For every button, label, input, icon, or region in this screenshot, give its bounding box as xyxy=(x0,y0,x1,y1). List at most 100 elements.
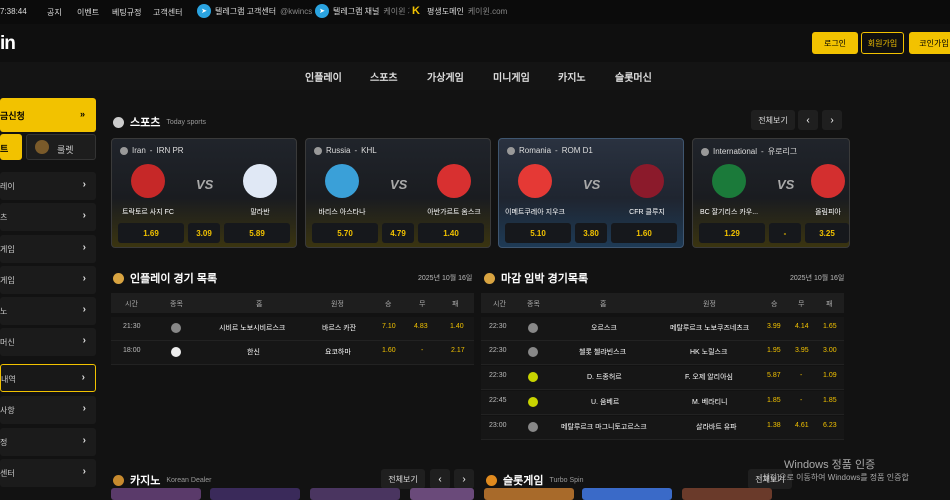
telegram-icon: ➤ xyxy=(197,4,211,18)
odds-draw[interactable]: - xyxy=(800,397,802,404)
match-card[interactable]: Russia - KHL 바리스 아스타나 VS 아반가르트 옴스크 5.70 4.… xyxy=(305,138,491,248)
odds-win[interactable]: 1.60 xyxy=(382,347,396,354)
odds-draw[interactable]: - xyxy=(421,347,423,354)
slot-game-thumb[interactable] xyxy=(682,488,772,500)
telegram-cs-link[interactable]: ➤ 텔레그램 고객센터 @kwincs xyxy=(197,4,312,18)
odds-draw[interactable]: 4.14 xyxy=(795,323,809,330)
login-button[interactable]: 로그인 xyxy=(812,32,858,54)
next-arrow-icon[interactable]: › xyxy=(454,469,474,489)
odds-home-button[interactable]: 5.70 xyxy=(312,223,378,243)
site-logo[interactable]: in xyxy=(0,33,16,55)
casino-game-thumb[interactable] xyxy=(210,488,300,500)
slot-section-header: 슬롯게임 Turbo Spin xyxy=(486,472,583,488)
odds-lose[interactable]: 6.23 xyxy=(823,422,837,429)
odds-lose[interactable]: 2.17 xyxy=(451,347,465,354)
telegram-channel-link[interactable]: ➤ 텔레그램 채널 케이윈 채널 xyxy=(315,4,422,18)
nav-virtual[interactable]: 가상게임 xyxy=(427,69,464,84)
odds-home-button[interactable]: 1.69 xyxy=(118,223,184,243)
casino-game-thumb[interactable] xyxy=(111,488,201,500)
next-arrow-icon[interactable]: › xyxy=(822,110,842,130)
prev-arrow-icon[interactable]: ‹ xyxy=(798,110,818,130)
team-emblem-icon xyxy=(630,164,664,198)
odds-draw-button[interactable]: 4.79 xyxy=(382,223,414,243)
tab-roulette[interactable]: 룰렛 xyxy=(26,134,96,160)
tab-attendance[interactable]: 트 xyxy=(0,134,22,160)
sidebar-item-sports[interactable]: 츠 › xyxy=(0,203,96,231)
nav-sports[interactable]: 스포츠 xyxy=(370,69,398,84)
odds-lose[interactable]: 1.85 xyxy=(823,397,837,404)
soccer-ball-icon xyxy=(113,116,124,128)
separator: - xyxy=(354,146,358,155)
odds-draw-button[interactable]: - xyxy=(769,223,801,243)
coin-signup-button[interactable]: 코인가입 xyxy=(909,32,950,54)
prev-arrow-icon[interactable]: ‹ xyxy=(430,469,450,489)
odds-draw[interactable]: 3.95 xyxy=(795,347,809,354)
away-team: 아반가르트 옴스크 xyxy=(418,164,490,217)
separator: - xyxy=(761,147,764,156)
sidebar-item-casino[interactable]: 노 › xyxy=(0,297,96,325)
sidebar-item-history[interactable]: 내역 › xyxy=(0,364,96,392)
notice-link[interactable]: 공지 xyxy=(47,7,62,18)
odds-lose[interactable]: 3.00 xyxy=(823,347,837,354)
odds-home-button[interactable]: 5.10 xyxy=(505,223,571,243)
odds-win[interactable]: 3.99 xyxy=(767,323,781,330)
table-row[interactable]: 22:30 첼롯 첼랴빈스크 HK 노릴스크 1.95 3.95 3.00 xyxy=(481,341,844,365)
odds-away-button[interactable]: 1.40 xyxy=(418,223,484,243)
odds-win[interactable]: 7.10 xyxy=(382,323,396,330)
nav-minigame[interactable]: 미니게임 xyxy=(493,69,530,84)
home-team: 한신 xyxy=(247,349,260,356)
event-link[interactable]: 이벤트 xyxy=(77,7,99,18)
odds-win[interactable]: 1.38 xyxy=(767,422,781,429)
sidebar-item-inplay[interactable]: 레이 › xyxy=(0,172,96,200)
table-row[interactable]: 22:30 오르스크 메탈루르크 노보쿠즈네츠크 3.99 4.14 1.65 xyxy=(481,317,844,341)
odds-lose[interactable]: 1.65 xyxy=(823,323,837,330)
match-card[interactable]: Romania - ROM D1 이메트쿠레아 지우크 VS CFR 클루지 5.1… xyxy=(498,138,684,248)
casino-game-thumb[interactable] xyxy=(310,488,400,500)
odds-home-button[interactable]: 1.29 xyxy=(699,223,765,243)
sidebar-item-minigame[interactable]: 게임 › xyxy=(0,266,96,294)
match-card[interactable]: Iran - IRN PR 트락토르 사지 FC VS 말라반 1.69 3.09 … xyxy=(111,138,297,248)
slot-game-thumb[interactable] xyxy=(582,488,672,500)
odds-away-button[interactable]: 1.60 xyxy=(611,223,677,243)
odds-lose[interactable]: 1.40 xyxy=(450,323,464,330)
table-row[interactable]: 18:00 한신 요코하마 1.60 - 2.17 xyxy=(111,341,474,365)
nav-casino[interactable]: 카지노 xyxy=(558,69,586,84)
odds-draw-button[interactable]: 3.80 xyxy=(575,223,607,243)
domain-link[interactable]: K 평생도메인 케이윈.com xyxy=(409,4,507,18)
sidebar-item-support[interactable]: 센터 › xyxy=(0,459,96,487)
table-row[interactable]: 22:45 U. 움베르 M. 베라티니 1.85 - 1.85 xyxy=(481,391,844,415)
odds-draw[interactable]: 4.61 xyxy=(795,422,809,429)
telegram-cs-handle: @kwincs xyxy=(280,6,313,16)
nav-inplay[interactable]: 인플레이 xyxy=(305,69,342,84)
sidebar-item-slot[interactable]: 머신 › xyxy=(0,328,96,356)
betting-rules-link[interactable]: 베팅규정 xyxy=(112,7,141,18)
slot-game-thumb[interactable] xyxy=(484,488,574,500)
table-row[interactable]: 23:00 메탈루르크 마그니토고르스크 살라바트 유파 1.38 4.61 6… xyxy=(481,416,844,440)
odds-win[interactable]: 5.87 xyxy=(767,372,781,379)
nav-slot[interactable]: 슬롯머신 xyxy=(615,69,652,84)
odds-lose[interactable]: 1.09 xyxy=(823,372,837,379)
odds-away-button[interactable]: 5.89 xyxy=(224,223,290,243)
odds-win[interactable]: 1.95 xyxy=(767,347,781,354)
sports-view-all-button[interactable]: 전체보기 xyxy=(751,110,795,130)
table-row[interactable]: 21:30 시비르 노보시비르스크 바르스 카잔 7.10 4.83 1.40 xyxy=(111,317,474,341)
team-name: CFR 클루지 xyxy=(629,209,665,216)
odds-away-button[interactable]: 3.25 xyxy=(805,223,849,243)
sidebar-item-virtual[interactable]: 게임 › xyxy=(0,235,96,263)
match-card[interactable]: International - 유로리그 BC 잘기리스 카우... VS 올림피아… xyxy=(692,138,850,248)
table-row[interactable]: 22:30 D. 드종허르 F. 오제 알리아심 5.87 - 1.09 xyxy=(481,366,844,390)
odds-draw-button[interactable]: 3.09 xyxy=(188,223,220,243)
deposit-request-button[interactable]: 금신청 » xyxy=(0,98,96,132)
odds-win[interactable]: 1.85 xyxy=(767,397,781,404)
chevron-right-icon: › xyxy=(82,435,86,446)
odds-draw[interactable]: 4.83 xyxy=(414,323,428,330)
sidebar-item-notice[interactable]: 사항 › xyxy=(0,396,96,424)
sidebar-item-rules[interactable]: 정 › xyxy=(0,428,96,456)
casino-view-all-button[interactable]: 전체보기 xyxy=(381,469,425,489)
sidebar-item-label: 정 xyxy=(0,438,8,447)
casino-game-thumb[interactable] xyxy=(410,488,474,500)
signup-button[interactable]: 회원가입 xyxy=(861,32,904,54)
customer-center-link[interactable]: 고객센터 xyxy=(153,7,182,18)
home-team: 첼롯 첼랴빈스크 xyxy=(579,349,627,356)
odds-draw[interactable]: - xyxy=(800,372,802,379)
